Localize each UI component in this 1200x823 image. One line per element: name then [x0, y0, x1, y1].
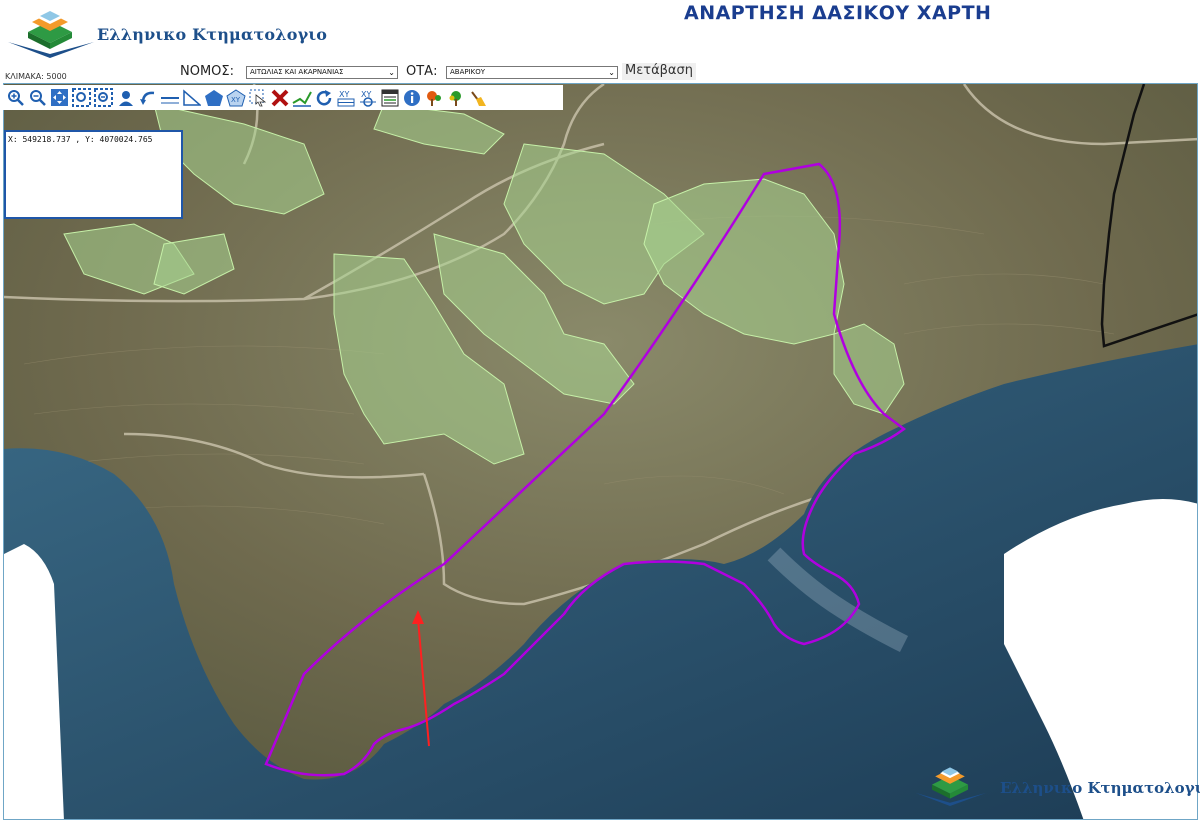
tree-red-icon[interactable] [423, 87, 444, 108]
info-icon[interactable] [401, 87, 422, 108]
polygon-icon[interactable] [203, 87, 224, 108]
ota-label: ΟΤΑ: [406, 64, 438, 79]
eraser-icon[interactable] [467, 87, 488, 108]
digitize-icon[interactable] [291, 87, 312, 108]
select-icon[interactable] [247, 87, 268, 108]
zoom-box-icon[interactable] [71, 87, 92, 108]
ota-select[interactable]: ΑΒΑΡΙΚΟΥ ⌄ [446, 66, 618, 79]
coordinates-readout: X: 549218.737 , Y: 4070024.765 [8, 135, 153, 144]
map-toolbar: XY XY XY [3, 85, 563, 110]
scale-label: ΚΛΙΜΑΚΑ: 5000 [5, 72, 67, 81]
chevron-down-icon: ⌄ [388, 68, 395, 77]
watermark-text: Ελληνικο Κτηματολογιο [1000, 779, 1200, 797]
refresh-icon[interactable] [313, 87, 334, 108]
user-icon[interactable] [115, 87, 136, 108]
xy-point-icon[interactable]: XY [225, 87, 246, 108]
page-title: ΑΝΑΡΤΗΣΗ ΔΑΣΙΚΟΥ ΧΑΡΤΗ [684, 2, 992, 24]
measure-angle-icon[interactable] [181, 87, 202, 108]
xy-goto-icon[interactable]: XY [357, 87, 378, 108]
coordinates-panel: X: 549218.737 , Y: 4070024.765 [4, 130, 183, 219]
ota-select-value: ΑΒΑΡΙΚΟΥ [450, 68, 486, 76]
zoom-out-icon[interactable] [27, 87, 48, 108]
tree-green-icon[interactable] [445, 87, 466, 108]
zoom-in-icon[interactable] [5, 87, 26, 108]
nomos-label: ΝΟΜΟΣ: [180, 64, 234, 79]
xy-list-icon[interactable]: XY [335, 87, 356, 108]
svg-text:XY: XY [231, 96, 241, 104]
svg-text:XY: XY [339, 90, 349, 99]
logo-text: Ελληνικο Κτηματολογιο [97, 25, 328, 44]
ktimatologio-logo [4, 2, 96, 58]
back-icon[interactable] [137, 87, 158, 108]
go-button[interactable]: Μετάβαση [622, 63, 696, 80]
measure-line-icon[interactable] [159, 87, 180, 108]
chevron-down-icon: ⌄ [608, 68, 615, 77]
delete-icon[interactable] [269, 87, 290, 108]
pan-icon[interactable] [49, 87, 70, 108]
table-icon[interactable] [379, 87, 400, 108]
nomos-select-value: ΑΙΤΩΛΙΑΣ ΚΑΙ ΑΚΑΡΝΑΝΙΑΣ [250, 68, 344, 76]
aerial-map [4, 84, 1197, 819]
watermark-logo [908, 760, 992, 806]
nomos-select[interactable]: ΑΙΤΩΛΙΑΣ ΚΑΙ ΑΚΑΡΝΑΝΙΑΣ ⌄ [246, 66, 398, 79]
header: Ελληνικο Κτηματολογιο ΑΝΑΡΤΗΣΗ ΔΑΣΙΚΟΥ Χ… [0, 0, 1200, 64]
zoom-extent-icon[interactable] [93, 87, 114, 108]
